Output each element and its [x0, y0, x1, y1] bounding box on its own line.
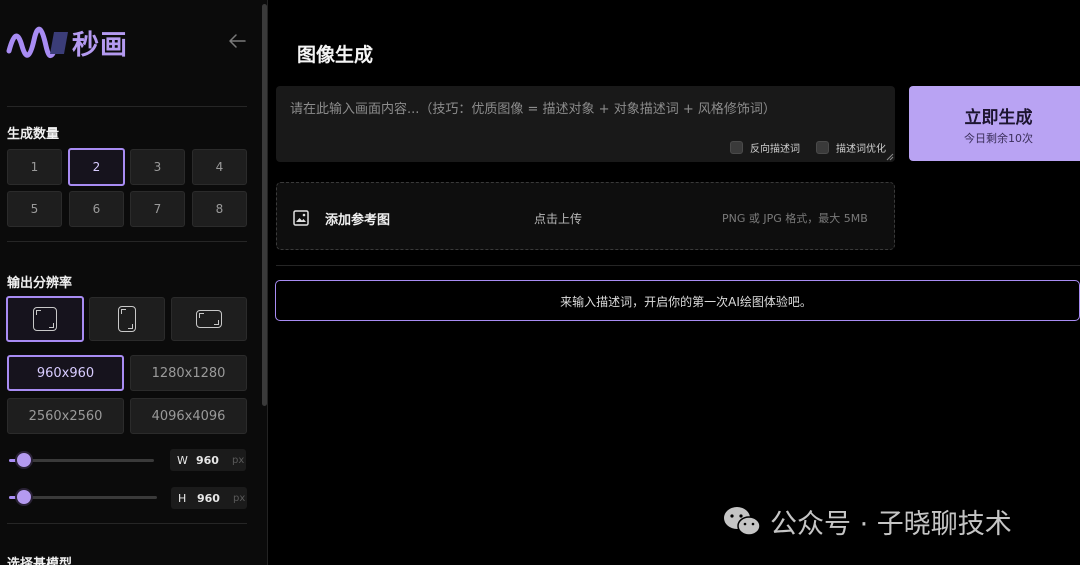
watermark: 公众号 · 子晓聊技术	[722, 502, 1012, 541]
remaining-count: 今日剩余10次	[964, 132, 1033, 145]
negative-prompt-toggle[interactable]: 反向描述词	[730, 140, 800, 155]
model-section-title: 选择基模型	[7, 557, 73, 565]
resolution-option-4096x4096[interactable]: 4096x4096	[130, 398, 247, 434]
prompt-input[interactable]	[290, 98, 885, 120]
resize-handle-icon[interactable]	[886, 153, 894, 161]
count-option-3[interactable]: 3	[130, 149, 185, 185]
count-option-1[interactable]: 1	[7, 149, 62, 185]
upload-click-link[interactable]: 点击上传	[534, 210, 582, 227]
sidebar-divider	[7, 106, 247, 107]
prompt-optimize-checkbox[interactable]	[816, 141, 829, 154]
resolution-section-title: 输出分辨率	[7, 276, 73, 291]
width-slider-handle[interactable]	[16, 453, 31, 467]
wechat-icon	[724, 506, 761, 536]
app-window: 秒画 生成数量 1234 5678 输出分辨率 960x960 1280x1280 2…	[0, 0, 1080, 565]
count-option-6[interactable]: 6	[69, 191, 124, 227]
count-option-5[interactable]: 5	[7, 191, 62, 227]
resolution-option-960x960[interactable]: 960x960	[7, 355, 124, 391]
count-option-7[interactable]: 7	[130, 191, 185, 227]
height-field[interactable]: H 960 px	[171, 487, 247, 509]
sidebar-divider	[7, 241, 247, 242]
brand-logo: 秒画	[6, 22, 128, 62]
generate-button[interactable]: 立即生成 今日剩余10次	[909, 86, 1080, 161]
count-option-2[interactable]: 2	[68, 148, 125, 186]
collapse-arrow-icon[interactable]	[226, 30, 248, 52]
upload-label: 添加参考图	[325, 213, 391, 228]
height-slider[interactable]	[9, 496, 157, 499]
aspect-square-button[interactable]	[6, 296, 84, 342]
height-label: H	[178, 491, 187, 505]
main-panel: 图像生成 反向描述词 描述词优化 立即生成 今日剩余10次	[268, 0, 1080, 565]
count-option-8[interactable]: 8	[192, 191, 247, 227]
prompt-box: 反向描述词 描述词优化	[276, 86, 895, 162]
sidebar-divider	[7, 523, 247, 524]
square-aspect-icon	[33, 307, 57, 331]
height-unit: px	[233, 492, 246, 504]
watermark-text: 公众号 · 子晓聊技术	[770, 509, 1012, 540]
page-title: 图像生成	[297, 44, 374, 66]
landscape-aspect-icon	[196, 310, 222, 328]
aspect-landscape-button[interactable]	[171, 297, 247, 341]
width-value[interactable]: 960	[196, 454, 226, 467]
prompt-optimize-toggle[interactable]: 描述词优化	[816, 140, 886, 155]
width-field[interactable]: W 960 px	[170, 449, 246, 471]
aspect-portrait-button[interactable]	[89, 297, 165, 341]
brand-name: 秒画	[72, 29, 128, 61]
prompt-optimize-label: 描述词优化	[836, 144, 886, 155]
width-unit: px	[232, 454, 245, 466]
resolution-option-2560x2560[interactable]: 2560x2560	[7, 398, 124, 434]
negative-prompt-checkbox[interactable]	[730, 141, 743, 154]
upload-format-hint: PNG 或 JPG 格式，最大 5MB	[722, 212, 868, 225]
count-section-title: 生成数量	[7, 127, 60, 142]
empty-state-banner: 来输入描述词，开启你的第一次AI绘图体验吧。	[275, 280, 1080, 321]
negative-prompt-label: 反向描述词	[750, 144, 800, 155]
sidebar-scrollbar[interactable]	[262, 4, 267, 406]
main-divider	[276, 265, 1080, 266]
resolution-option-1280x1280[interactable]: 1280x1280	[130, 355, 247, 391]
height-slider-handle[interactable]	[16, 490, 31, 504]
brand-logo-icon	[6, 26, 68, 59]
count-option-4[interactable]: 4	[192, 149, 247, 185]
portrait-aspect-icon	[118, 306, 136, 332]
width-label: W	[177, 453, 188, 467]
height-value[interactable]: 960	[197, 492, 227, 505]
image-icon	[293, 210, 309, 226]
reference-image-upload[interactable]: 添加参考图 点击上传 PNG 或 JPG 格式，最大 5MB	[276, 182, 895, 250]
sidebar: 秒画 生成数量 1234 5678 输出分辨率 960x960 1280x1280 2…	[0, 0, 268, 565]
width-slider[interactable]	[9, 459, 154, 462]
empty-state-message: 来输入描述词，开启你的第一次AI绘图体验吧。	[560, 295, 812, 309]
generate-button-label: 立即生成	[964, 108, 1033, 128]
